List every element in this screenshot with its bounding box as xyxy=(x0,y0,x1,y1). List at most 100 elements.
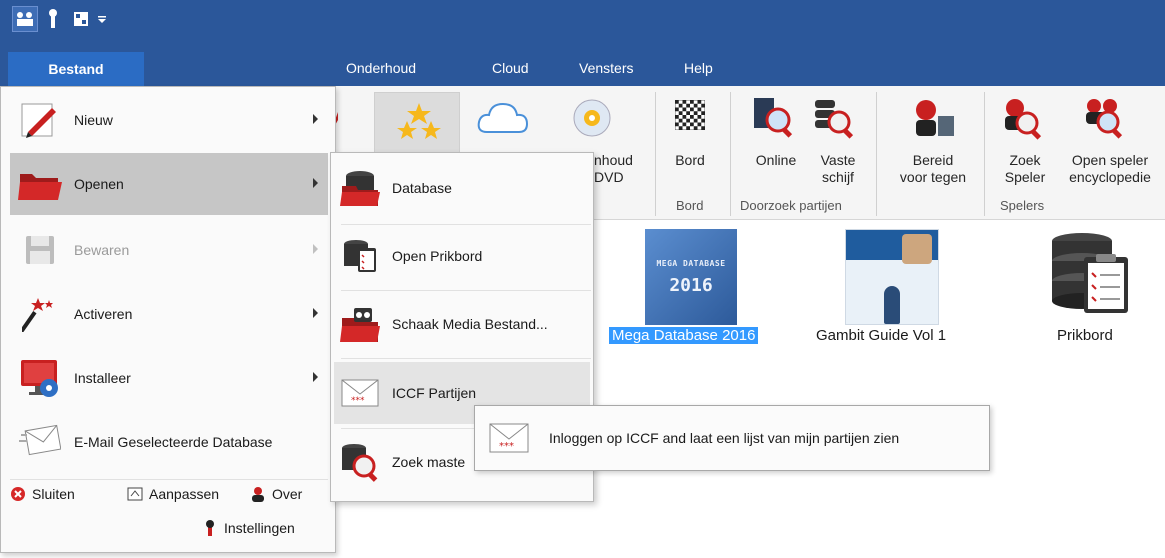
menu-separator xyxy=(10,479,328,480)
submenu-item-label: Database xyxy=(392,180,452,196)
open-speler-line-2: encyclopedie xyxy=(1069,169,1151,185)
mega-database-cover[interactable]: MEGA DATABASE 2016 xyxy=(645,229,737,325)
iccf-tooltip: *** Inloggen op ICCF and laat een lijst … xyxy=(474,405,990,471)
menu-item-email-database[interactable]: E-Mail Geselecteerde Database xyxy=(10,411,328,473)
disk-search-icon[interactable] xyxy=(813,96,857,144)
menu-item-label: Installeer xyxy=(74,370,131,386)
cover-title: MEGA DATABASE xyxy=(656,259,726,268)
cover-year: 2016 xyxy=(669,275,713,296)
over-label: Over xyxy=(272,486,303,502)
menu-item-label: E-Mail Geselecteerde Database xyxy=(74,434,273,450)
aanpassen-button[interactable]: Aanpassen xyxy=(127,486,219,502)
database-folder-icon xyxy=(340,168,380,208)
tab-help[interactable]: Help xyxy=(684,60,713,76)
tab-cloud[interactable]: Cloud xyxy=(492,60,529,76)
prikbord-label[interactable]: Prikbord xyxy=(1057,327,1113,344)
zoek-speler-label[interactable]: Zoek Speler xyxy=(997,152,1053,186)
open-speler-label[interactable]: Open speler encyclopedie xyxy=(1058,152,1162,186)
dvd-icon[interactable] xyxy=(572,98,612,142)
menu-separator xyxy=(341,358,591,359)
menu-item-activeren[interactable]: Activeren xyxy=(10,283,328,345)
wrench-icon[interactable] xyxy=(40,6,66,32)
ribbon-separator xyxy=(876,92,877,216)
chessboard-icon[interactable] xyxy=(674,99,706,134)
gambit-guide-cover[interactable] xyxy=(845,229,939,325)
customize-icon xyxy=(127,486,143,502)
open-speler-line-1: Open speler xyxy=(1071,152,1149,168)
vaste-schijf-label[interactable]: Vaste schijf xyxy=(812,152,864,186)
menu-item-installeer[interactable]: Installeer xyxy=(10,347,328,409)
settings-wrench-icon xyxy=(202,520,218,536)
svg-text:***: *** xyxy=(351,396,365,406)
submenu-item-open-prikbord[interactable]: Open Prikbord xyxy=(334,225,590,287)
online-button-label[interactable]: Online xyxy=(746,152,806,169)
tab-bestand[interactable]: Bestand xyxy=(8,52,144,86)
tab-vensters[interactable]: Vensters xyxy=(579,60,633,76)
inhoud-line-1: nhoud xyxy=(594,152,633,168)
folder-icon xyxy=(18,162,62,206)
menu-item-openen[interactable]: Openen xyxy=(10,153,328,215)
submenu-item-database[interactable]: Database xyxy=(334,157,590,219)
dropdown-arrow-icon[interactable] xyxy=(94,6,110,32)
menu-item-label: Bewaren xyxy=(74,242,130,258)
cloud-icon[interactable] xyxy=(477,100,529,140)
aanpassen-label: Aanpassen xyxy=(149,486,220,502)
tab-onderhoud[interactable]: Onderhoud xyxy=(346,60,416,76)
instellingen-button[interactable]: Instellingen xyxy=(202,520,295,536)
menu-item-nieuw[interactable]: Nieuw xyxy=(10,89,328,151)
inhoud-dvd-label: nhoud DVD xyxy=(594,152,650,186)
vaste-line-1: Vaste xyxy=(820,152,856,168)
player-encyclopedia-icon[interactable] xyxy=(1082,96,1126,144)
search-player-icon[interactable] xyxy=(1001,96,1045,144)
database-clipboard-icon xyxy=(340,236,380,276)
over-button[interactable]: Over xyxy=(250,486,302,502)
ribbon-separator xyxy=(730,92,731,216)
stars-button[interactable] xyxy=(374,92,460,156)
tooltip-text: Inloggen op ICCF and laat een lijst van … xyxy=(549,430,900,446)
prikbord-icon[interactable] xyxy=(1044,227,1136,327)
ribbon-separator xyxy=(984,92,985,216)
menu-item-label: Nieuw xyxy=(74,112,113,128)
grid-icon[interactable] xyxy=(68,6,94,32)
sluiten-button[interactable]: Sluiten xyxy=(10,486,75,502)
submenu-arrow-icon xyxy=(313,244,318,254)
submenu-item-schaak-media[interactable]: Schaak Media Bestand... xyxy=(334,293,590,355)
online-search-icon[interactable] xyxy=(752,96,796,144)
submenu-item-label: Open Prikbord xyxy=(392,248,483,264)
floppy-icon xyxy=(18,228,62,272)
submenu-arrow-icon xyxy=(313,308,318,318)
menu-item-bewaren[interactable]: Bewaren xyxy=(10,219,328,281)
ribbon-separator xyxy=(655,92,656,216)
submenu-arrow-icon xyxy=(313,114,318,124)
bereid-label[interactable]: Bereid voor tegen xyxy=(893,152,973,186)
envelope-icon xyxy=(18,420,62,464)
iccf-envelope-icon: *** xyxy=(340,373,380,413)
stars-icon xyxy=(397,101,441,149)
close-icon xyxy=(10,486,26,502)
mega-database-label[interactable]: Mega Database 2016 xyxy=(609,327,759,344)
title-bar xyxy=(0,0,1165,42)
inhoud-line-2: DVD xyxy=(594,169,624,185)
submenu-item-label: Zoek maste xyxy=(392,454,466,470)
menu-bar: Onderhoud Cloud Vensters Help xyxy=(0,42,1165,86)
magic-wand-icon xyxy=(18,292,62,336)
menu-item-label: Activeren xyxy=(74,306,133,322)
submenu-item-label: ICCF Partijen xyxy=(392,385,477,401)
file-menu: Nieuw Openen Bewaren Activeren Installee… xyxy=(0,86,336,553)
sluiten-label: Sluiten xyxy=(32,486,75,502)
bereid-line-2: voor tegen xyxy=(899,169,967,185)
group-bord-label: Bord xyxy=(676,198,704,213)
svg-text:***: *** xyxy=(499,441,514,452)
monitor-install-icon xyxy=(18,356,62,400)
group-doorzoek-label: Doorzoek partijen xyxy=(740,198,842,213)
chess-pieces-icon[interactable] xyxy=(12,6,38,32)
bereid-line-1: Bereid xyxy=(912,152,954,168)
gambit-guide-label[interactable]: Gambit Guide Vol 1 xyxy=(816,327,946,344)
instellingen-label: Instellingen xyxy=(224,520,295,536)
player-files-icon[interactable] xyxy=(912,96,956,144)
submenu-arrow-icon xyxy=(313,178,318,188)
person-icon xyxy=(250,486,266,502)
group-spelers-label: Spelers xyxy=(1000,198,1045,213)
bord-button-label[interactable]: Bord xyxy=(670,152,710,169)
pencil-icon xyxy=(18,98,62,142)
